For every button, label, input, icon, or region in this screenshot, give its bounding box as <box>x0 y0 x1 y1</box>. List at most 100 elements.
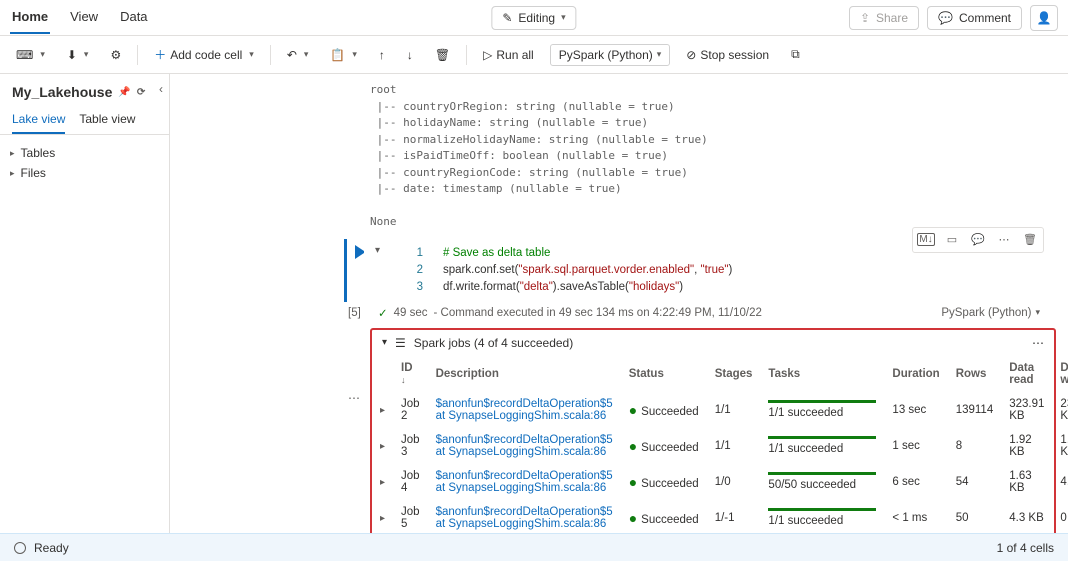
undo-button[interactable]: ↶ <box>281 44 315 66</box>
job-read: 1.63 KB <box>1001 464 1052 500</box>
run-cell-button[interactable] <box>355 245 369 259</box>
chevron-right-icon[interactable]: ▸ <box>380 513 385 524</box>
job-status: Succeeded <box>641 478 699 490</box>
refresh-icon[interactable]: ⟳ <box>137 87 145 98</box>
undo-icon: ↶ <box>287 48 297 62</box>
status-ring-icon <box>14 542 26 554</box>
job-written: 230.86 KB <box>1052 392 1068 428</box>
cell-menu-dots[interactable]: ⋯ <box>348 391 360 405</box>
status-cells: 1 of 4 cells <box>997 541 1054 555</box>
code-cell[interactable]: M↓ ▭ 💬 ⋯ 🗑 ▾ 1# Save as delta table 2spa… <box>344 239 1068 302</box>
job-row[interactable]: ▸Job 2$anonfun$recordDeltaOperation$5 at… <box>372 392 1068 428</box>
job-rows: 54 <box>948 464 1002 500</box>
success-icon: ● <box>629 474 637 490</box>
success-icon: ● <box>629 402 637 418</box>
status-ready: Ready <box>34 541 69 555</box>
cell-more-button[interactable]: ⋯ <box>993 230 1015 250</box>
job-row[interactable]: ▸Job 5$anonfun$recordDeltaOperation$5 at… <box>372 500 1068 534</box>
person-button[interactable]: 👤 <box>1030 5 1058 31</box>
cell-actions: M↓ ▭ 💬 ⋯ 🗑 <box>912 227 1044 253</box>
chevron-down-icon[interactable]: ▾ <box>1035 307 1040 318</box>
job-rows: 8 <box>948 428 1002 464</box>
delete-button[interactable]: 🗑 <box>429 44 456 66</box>
spark-jobs-panel: ▾ ☰ Spark jobs (4 of 4 succeeded) ⋯ ID ↓… <box>370 328 1056 534</box>
plus-icon: ＋ <box>154 46 166 63</box>
stop-session-label: Stop session <box>700 48 769 62</box>
editing-mode-button[interactable]: ✎ Editing ▾ <box>491 6 576 30</box>
chevron-down-icon[interactable]: ▾ <box>375 245 380 259</box>
play-icon: ▷ <box>483 48 492 62</box>
chevron-down-icon: ▾ <box>561 12 566 23</box>
stop-session-button[interactable]: ⊘ Stop session <box>680 44 775 66</box>
job-row[interactable]: ▸ Job 4 $anonfun$recordDeltaOperation$5 at… <box>372 464 1068 500</box>
collapse-jobs-button[interactable]: ▾ <box>382 337 387 348</box>
cell-convert-button[interactable]: ▭ <box>941 230 963 250</box>
exec-count: [5] <box>348 307 361 319</box>
tree-tables[interactable]: ▸ Tables <box>10 143 159 163</box>
spark-jobs-title: Spark jobs (4 of 4 succeeded) <box>414 336 573 350</box>
settings-button[interactable]: ⚙ <box>104 44 127 66</box>
variables-icon: ⧉ <box>791 47 800 62</box>
share-button[interactable]: ⇪ Share <box>849 6 919 30</box>
cell-delete-button[interactable]: 🗑 <box>1019 230 1041 250</box>
chevron-down-icon: ▾ <box>657 49 662 60</box>
job-desc-link[interactable]: $anonfun$recordDeltaOperation$5 at Synap… <box>436 470 613 494</box>
job-id: Job 3 <box>393 428 428 464</box>
run-all-label: Run all <box>496 48 533 62</box>
job-desc-link[interactable]: $anonfun$recordDeltaOperation$5 at Synap… <box>436 506 613 530</box>
comment-button[interactable]: 💬 Comment <box>927 6 1022 30</box>
add-code-cell-button[interactable]: ＋ Add code cell <box>148 42 260 67</box>
job-duration: 6 sec <box>884 464 947 500</box>
tab-view[interactable]: View <box>68 1 100 34</box>
cell-comment-button[interactable]: 💬 <box>967 230 989 250</box>
run-all-button[interactable]: ▷ Run all <box>477 44 540 66</box>
task-progress <box>768 508 876 511</box>
job-duration: 1 sec <box>884 428 947 464</box>
job-tasks: 1/1 succeeded <box>768 407 843 419</box>
keyboard-button[interactable]: ⌨ <box>10 44 51 66</box>
code-line: # Save as delta table <box>443 245 550 262</box>
comment-label: Comment <box>959 11 1011 25</box>
chevron-right-icon: ▸ <box>10 168 15 179</box>
job-id: Job 4 <box>393 464 428 500</box>
job-stages: 1/0 <box>707 464 761 500</box>
trash-icon: 🗑 <box>435 48 450 62</box>
chevron-right-icon[interactable]: ▸ <box>380 477 385 488</box>
copy-button[interactable]: 📋 <box>324 44 362 66</box>
job-desc-link[interactable]: $anonfun$recordDeltaOperation$5 at Synap… <box>436 434 613 458</box>
tab-data[interactable]: Data <box>118 1 149 34</box>
tree-files[interactable]: ▸ Files <box>10 163 159 183</box>
job-row[interactable]: ▸ Job 3 $anonfun$recordDeltaOperation$5 at… <box>372 428 1068 464</box>
gear-icon: ⚙ <box>110 48 121 62</box>
exec-message: - Command executed in 49 sec 134 ms on 4… <box>434 307 762 319</box>
table-view-tab[interactable]: Table view <box>79 106 135 134</box>
jobs-more-button[interactable]: ⋯ <box>1032 336 1044 350</box>
chevron-right-icon[interactable]: ▸ <box>380 405 385 416</box>
arrow-up-icon: ↑ <box>379 48 385 62</box>
job-status: Succeeded <box>641 406 699 418</box>
trash-icon: 🗑 <box>1023 233 1037 246</box>
markdown-toggle-button[interactable]: M↓ <box>915 230 937 250</box>
job-stages: 1/-1 <box>707 500 761 534</box>
job-stages: 1/1 <box>707 392 761 428</box>
move-up-button[interactable]: ↑ <box>373 44 391 66</box>
job-rows: 50 <box>948 500 1002 534</box>
sort-icon[interactable]: ↓ <box>401 375 406 385</box>
editing-label: Editing <box>518 11 555 25</box>
lake-view-tab[interactable]: Lake view <box>12 106 65 134</box>
kernel-label: PySpark (Python) <box>559 48 653 62</box>
tab-home[interactable]: Home <box>10 1 50 34</box>
download-button[interactable]: ⬇ <box>61 44 95 66</box>
kernel-select[interactable]: PySpark (Python) ▾ <box>550 44 671 66</box>
pin-icon[interactable]: 📌 <box>118 87 130 98</box>
chevron-right-icon[interactable]: ▸ <box>380 441 385 452</box>
jobs-table: ID ↓ Description Status Stages Tasks Dur… <box>372 356 1068 534</box>
markdown-icon: M↓ <box>917 233 934 246</box>
variables-button[interactable]: ⧉ <box>785 43 806 66</box>
collapse-sidebar-button[interactable]: ‹ <box>159 82 163 96</box>
share-icon: ⇪ <box>860 11 870 25</box>
keyboard-icon: ⌨ <box>16 48 33 62</box>
chevron-right-icon: ▸ <box>10 148 15 159</box>
job-desc-link[interactable]: $anonfun$recordDeltaOperation$5 at Synap… <box>436 398 613 422</box>
move-down-button[interactable]: ↓ <box>401 44 419 66</box>
